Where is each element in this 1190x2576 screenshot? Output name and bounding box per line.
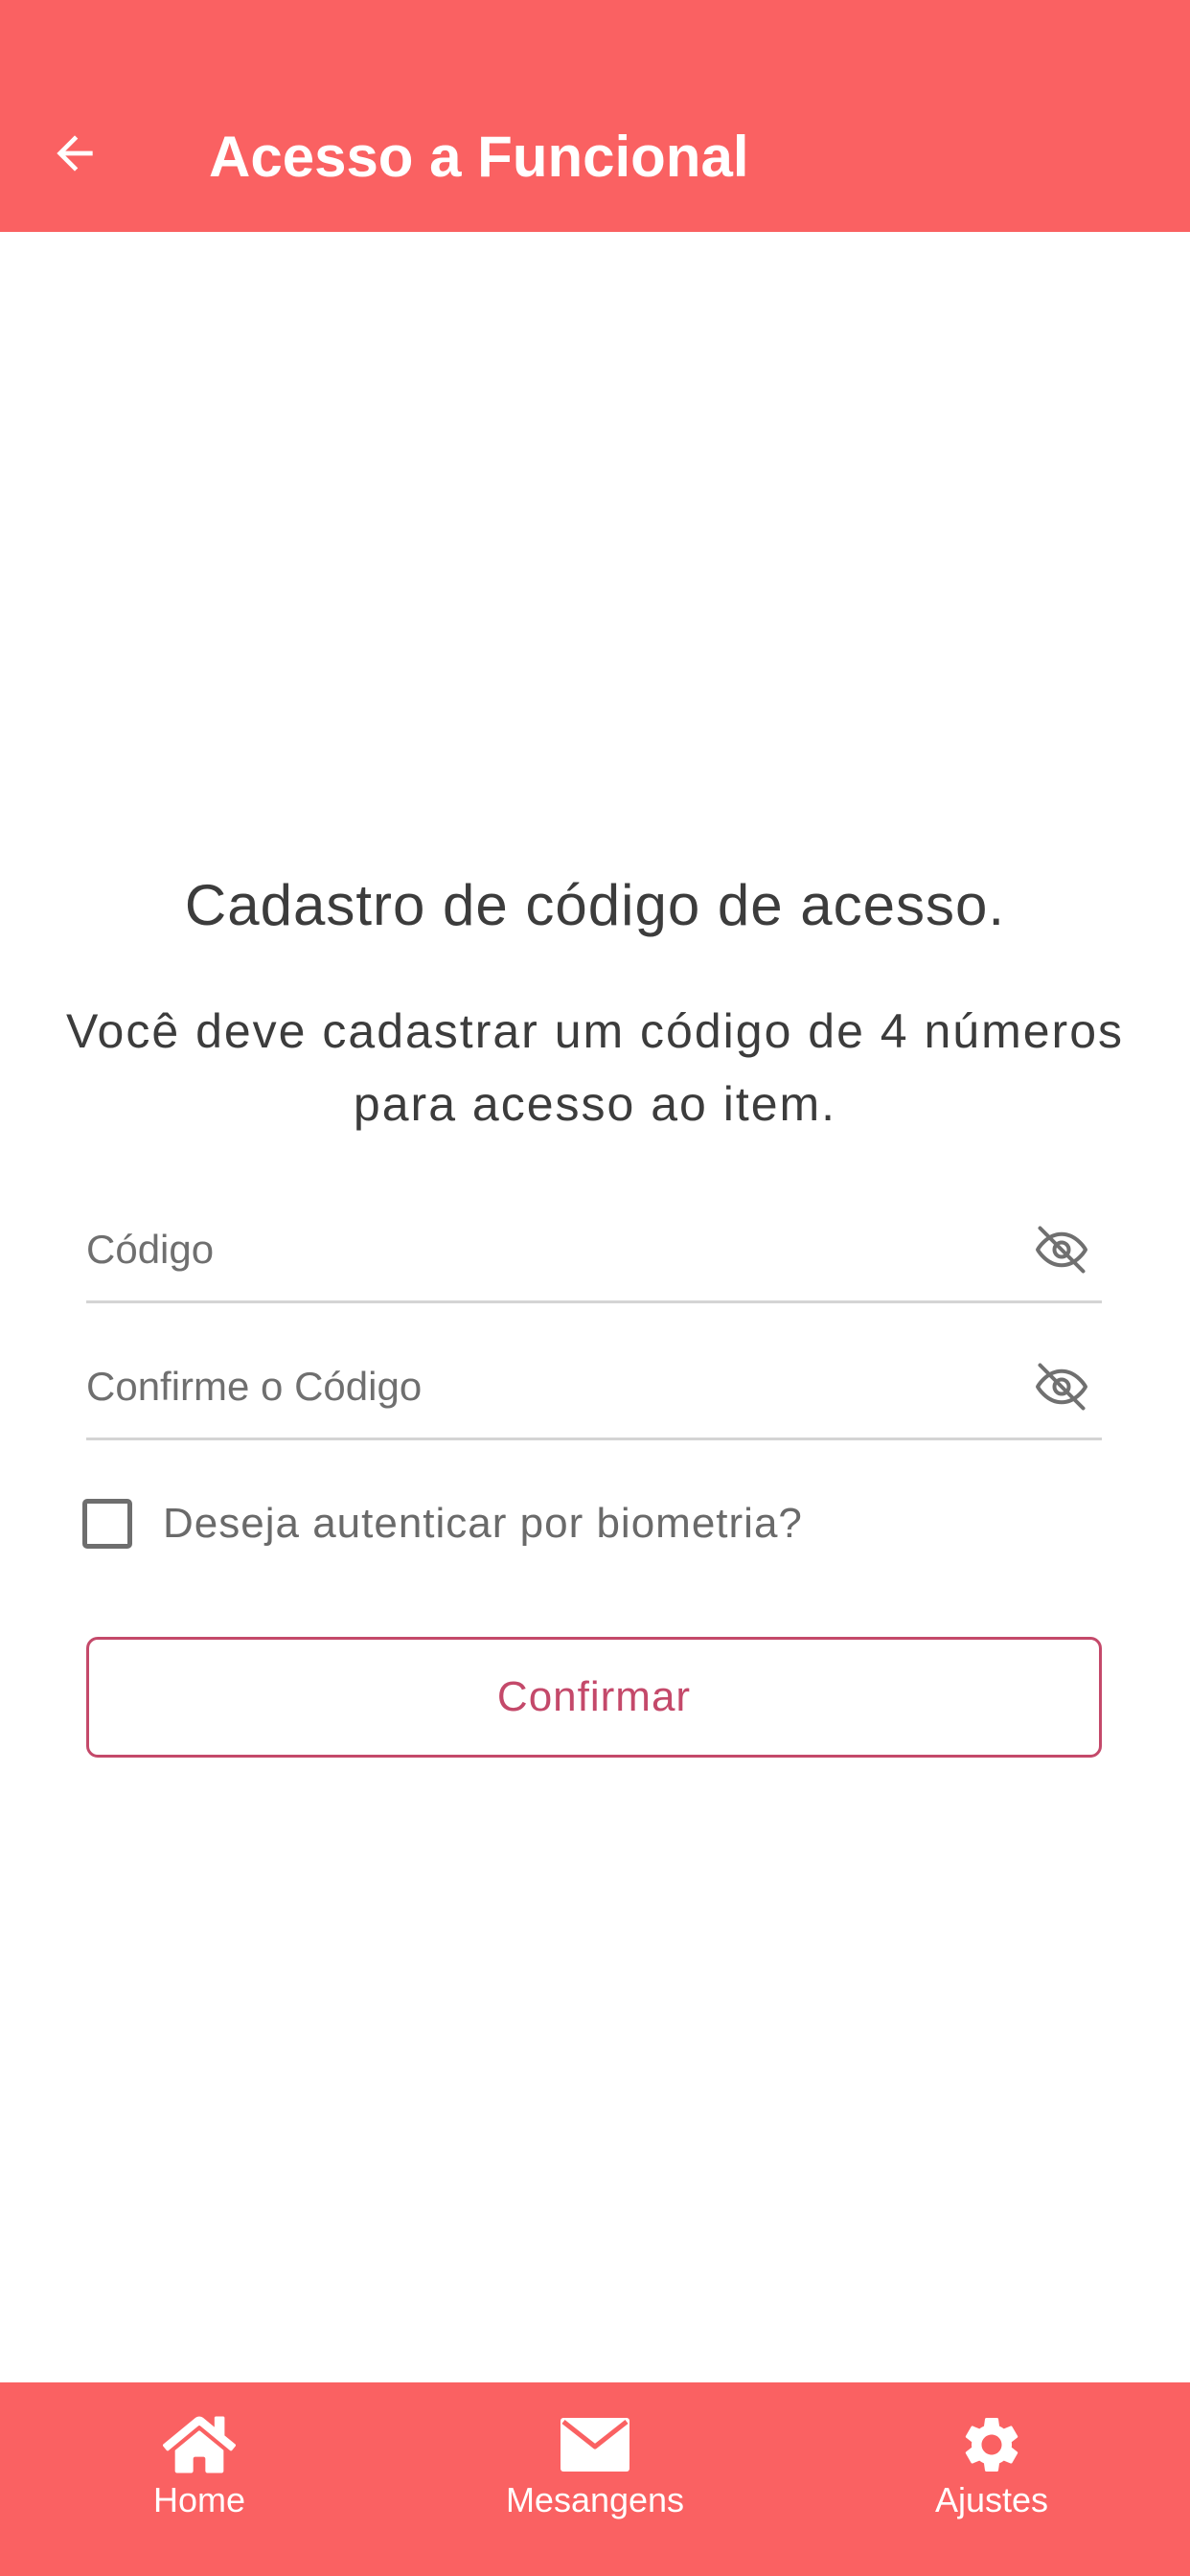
code-input[interactable] [86, 1198, 1006, 1300]
eye-off-icon [1036, 1226, 1087, 1274]
arrow-left-icon [57, 135, 93, 172]
confirm-button[interactable]: Confirmar [86, 1637, 1102, 1758]
biometric-label: Deseja autenticar por biometria? [163, 1500, 803, 1547]
section-description: Você deve cadastrar um código de 4 númer… [0, 995, 1190, 1140]
home-icon [163, 2416, 236, 2473]
confirm-code-input[interactable] [86, 1335, 1006, 1438]
gear-icon [965, 2418, 1018, 2472]
nav-item-messages[interactable]: Mesangens [451, 2382, 739, 2576]
biometric-option: Deseja autenticar por biometria? [82, 1495, 803, 1552]
back-button[interactable] [44, 123, 105, 184]
nav-item-home[interactable]: Home [56, 2382, 343, 2576]
biometric-checkbox[interactable] [82, 1499, 132, 1549]
eye-off-icon [1036, 1363, 1087, 1411]
nav-label-home: Home [152, 2480, 246, 2519]
nav-label-messages: Mesangens [505, 2480, 685, 2519]
bottom-navigation: Home Mesangens Ajustes [0, 2382, 1190, 2576]
confirm-code-visibility-toggle[interactable] [1031, 1356, 1092, 1417]
mail-icon [561, 2418, 629, 2472]
description-line-1: Você deve cadastrar um código de 4 númer… [65, 1004, 1125, 1058]
section-heading: Cadastro de código de acesso. [184, 873, 1006, 937]
page-title: Acesso a Funcional [209, 125, 749, 189]
nav-label-settings: Ajustes [934, 2480, 1049, 2519]
app-bar: Acesso a Funcional [0, 0, 1190, 232]
code-visibility-toggle[interactable] [1031, 1219, 1092, 1280]
nav-item-settings[interactable]: Ajustes [848, 2382, 1135, 2576]
description-line-2: para acesso ao item. [353, 1077, 837, 1131]
code-field [86, 1198, 1102, 1303]
confirm-code-field [86, 1335, 1102, 1440]
